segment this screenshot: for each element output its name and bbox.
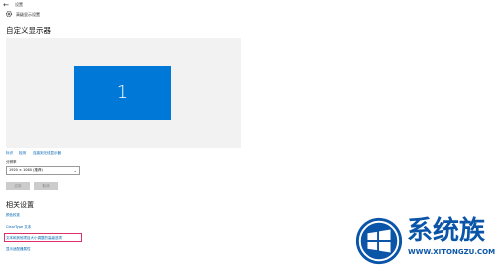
home-row[interactable]: 高级显示设置: [0, 9, 500, 21]
resolution-value: 1920 × 1080 (推荐): [9, 168, 43, 172]
back-arrow-icon[interactable]: ←: [2, 1, 10, 9]
identify-link[interactable]: 标识: [6, 150, 13, 156]
cancel-button[interactable]: 取消: [34, 182, 58, 190]
detect-link[interactable]: 检测: [19, 150, 26, 156]
related-link-cleartype[interactable]: ClearType 文本: [6, 224, 31, 230]
home-label: 高级显示设置: [16, 12, 40, 17]
windows-logo-icon: [355, 217, 403, 265]
window-title: 设置: [15, 2, 23, 7]
site-watermark: 系统族 WWW.XITONGZU.COM: [352, 210, 500, 272]
highlight-box: [4, 233, 82, 242]
watermark-url: WWW.XITONGZU.COM: [408, 248, 496, 256]
display-preview: 1: [6, 38, 241, 148]
gear-icon: [5, 10, 13, 18]
related-link-color-calibration[interactable]: 颜色校准: [6, 212, 20, 218]
page-title: 自定义显示器: [6, 26, 51, 35]
chevron-down-icon: ⌄: [73, 168, 77, 173]
connect-wireless-link[interactable]: 连接到无线显示器: [33, 150, 61, 156]
monitor-number: 1: [116, 82, 129, 103]
related-link-adapter-properties[interactable]: 显示适配器属性: [6, 246, 31, 252]
monitor-tile[interactable]: 1: [74, 66, 171, 120]
resolution-label: 分辨率: [6, 160, 17, 164]
apply-button[interactable]: 应用: [6, 182, 30, 190]
watermark-brand: 系统族: [407, 216, 486, 246]
related-settings-title: 相关设置: [6, 201, 34, 209]
resolution-dropdown[interactable]: 1920 × 1080 (推荐) ⌄: [6, 166, 80, 175]
